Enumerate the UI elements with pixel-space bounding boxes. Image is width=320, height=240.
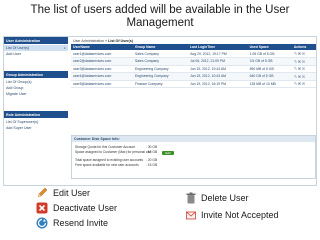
cell-username[interactable]: user5@dataservices.com — [71, 80, 134, 88]
sidebar-header-user-admin: User Administration — [4, 37, 68, 44]
legend-delete-label: Delete User — [201, 192, 249, 203]
row-actions[interactable]: ✎✖✉ — [291, 65, 316, 73]
breadcrumb-prefix[interactable]: User Administration » — [73, 39, 107, 43]
action-icons[interactable]: ✎✖✉ — [294, 66, 306, 71]
sidebar-item-migrate-user[interactable]: Migrate User — [4, 91, 68, 97]
legend-edit: Edit User — [36, 187, 90, 199]
users-table: UserName Group Name Last LoginTime Used … — [71, 44, 316, 88]
table-row: user3@dataservices.com Engineering Compa… — [71, 65, 316, 73]
cell-group: Engineering Company — [133, 72, 189, 81]
quota-value: : 15 GB — [146, 150, 158, 154]
legend-resend-label: Resend Invite — [53, 217, 109, 228]
disk-space-panel: Customer Disk Space Info: Storage Quota … — [71, 135, 316, 179]
cell-group: Engineering Company — [133, 65, 189, 73]
edit-quota-button[interactable]: Edit — [162, 150, 174, 155]
action-icons[interactable]: ✎✖✉ — [294, 59, 306, 64]
sidebar-item-add-superuser[interactable]: Add Super User — [4, 125, 68, 131]
cell-username[interactable]: user1@dataservices.com — [71, 50, 134, 58]
cell-username[interactable]: user3@dataservices.com — [71, 65, 134, 73]
cell-last-login: Aug 20, 2012, 19:17 PM — [188, 50, 248, 58]
quota-label: Space assigned to Customer (Max) for per… — [75, 150, 152, 154]
action-icons[interactable]: ✎✖✉ — [294, 51, 306, 56]
row-actions[interactable]: ✎✖✉ — [291, 72, 316, 81]
chevron-right-icon: ▸ — [64, 46, 66, 50]
legend-not-accepted: Invite Not Accepted — [186, 209, 279, 221]
invite-not-accepted-icon — [186, 211, 196, 220]
row-actions[interactable]: ✎✖✉ — [291, 57, 316, 66]
cell-used-space: 1.05 GB of 5 GB — [247, 50, 292, 58]
page-title: The list of users added will be availabl… — [0, 4, 320, 30]
resend-invite-icon — [36, 217, 48, 229]
title-line-1: The list of users added will be availabl… — [30, 4, 290, 16]
quota-label: Free space available for new user accoun… — [75, 163, 139, 167]
cell-last-login: Jun 19, 2012, 10:43 AM — [188, 72, 248, 81]
cell-group: Finance Company — [133, 80, 189, 88]
sidebar-item-add-user[interactable]: Add User — [4, 51, 68, 57]
table-row: user5@dataservices.com Finance Company J… — [71, 80, 316, 88]
main-panel: User Administration » List Of User(s) Us… — [71, 38, 316, 184]
cell-used-space: 135 MB of 10 MB — [247, 80, 292, 88]
cell-used-space: 890 MB of 5 GB — [247, 65, 292, 73]
trash-icon — [186, 192, 196, 204]
sidebar-header-role-admin: Role Administration — [4, 111, 68, 118]
cell-last-login: Jul 05, 2012, 21:09 PM — [188, 57, 248, 66]
cell-used-space: 3.5 GB of 5 GB — [247, 57, 292, 66]
sidebar-item-label: List Of User(s) — [6, 46, 30, 50]
breadcrumb-current: List Of User(s) — [108, 39, 133, 43]
sidebar: User Administration List Of User(s) ▸ Ad… — [4, 37, 68, 185]
legend-delete: Delete User — [186, 192, 249, 204]
cell-used-space: 640 GB of 5 GB — [247, 72, 292, 81]
cell-last-login: Jun 19, 2012, 16:19 PM — [188, 80, 248, 88]
table-row: user1@dataservices.com Sales Company Aug… — [71, 50, 316, 58]
title-line-2: Management — [126, 17, 194, 29]
quota-value: : 15 GB — [146, 163, 158, 167]
legend-deactivate: Deactivate User — [36, 202, 117, 214]
quota-label: Storage Quota for this Customer Account — [75, 145, 136, 149]
cell-username[interactable]: user4@dataservices.com — [71, 72, 134, 81]
cell-group: Sales Company — [133, 57, 189, 66]
deactivate-x-icon — [36, 202, 48, 214]
sidebar-group-groups: Group Administration List Of Group(s) Ad… — [4, 71, 68, 97]
cell-group: Sales Company — [133, 50, 189, 58]
pencil-icon — [37, 187, 48, 198]
table-row: user2@dataservices.com Sales Company Jul… — [71, 57, 316, 66]
quota-row: Space assigned to Customer (Max) for per… — [72, 150, 315, 155]
legend-resend: Resend Invite — [36, 217, 108, 229]
sidebar-group-roles: Role Administration List Of Superuser(s)… — [4, 111, 68, 131]
cell-username[interactable]: user2@dataservices.com — [71, 57, 134, 66]
legend-deactivate-label: Deactivate User — [53, 202, 118, 213]
sidebar-header-group-admin: Group Administration — [4, 71, 68, 78]
legend-not-accepted-label: Invite Not Accepted — [201, 209, 279, 220]
quota-row: Free space available for new user accoun… — [72, 163, 315, 168]
legend-edit-label: Edit User — [53, 187, 91, 198]
action-icons[interactable]: ✎✖✉ — [294, 81, 306, 86]
action-icons[interactable]: ✎✖✉ — [294, 74, 306, 79]
table-row: user4@dataservices.com Engineering Compa… — [71, 72, 316, 81]
row-actions[interactable]: ✎✖✉ — [291, 80, 316, 88]
row-actions[interactable]: ✎✖✉ — [291, 50, 316, 58]
quota-label: Total space assigned to existing user ac… — [75, 158, 143, 162]
sidebar-group-users: User Administration List Of User(s) ▸ Ad… — [4, 37, 68, 57]
admin-screenshot: User Administration List Of User(s) ▸ Ad… — [3, 36, 317, 186]
cell-last-login: Jun 19, 2012, 19:43 AM — [188, 65, 248, 73]
